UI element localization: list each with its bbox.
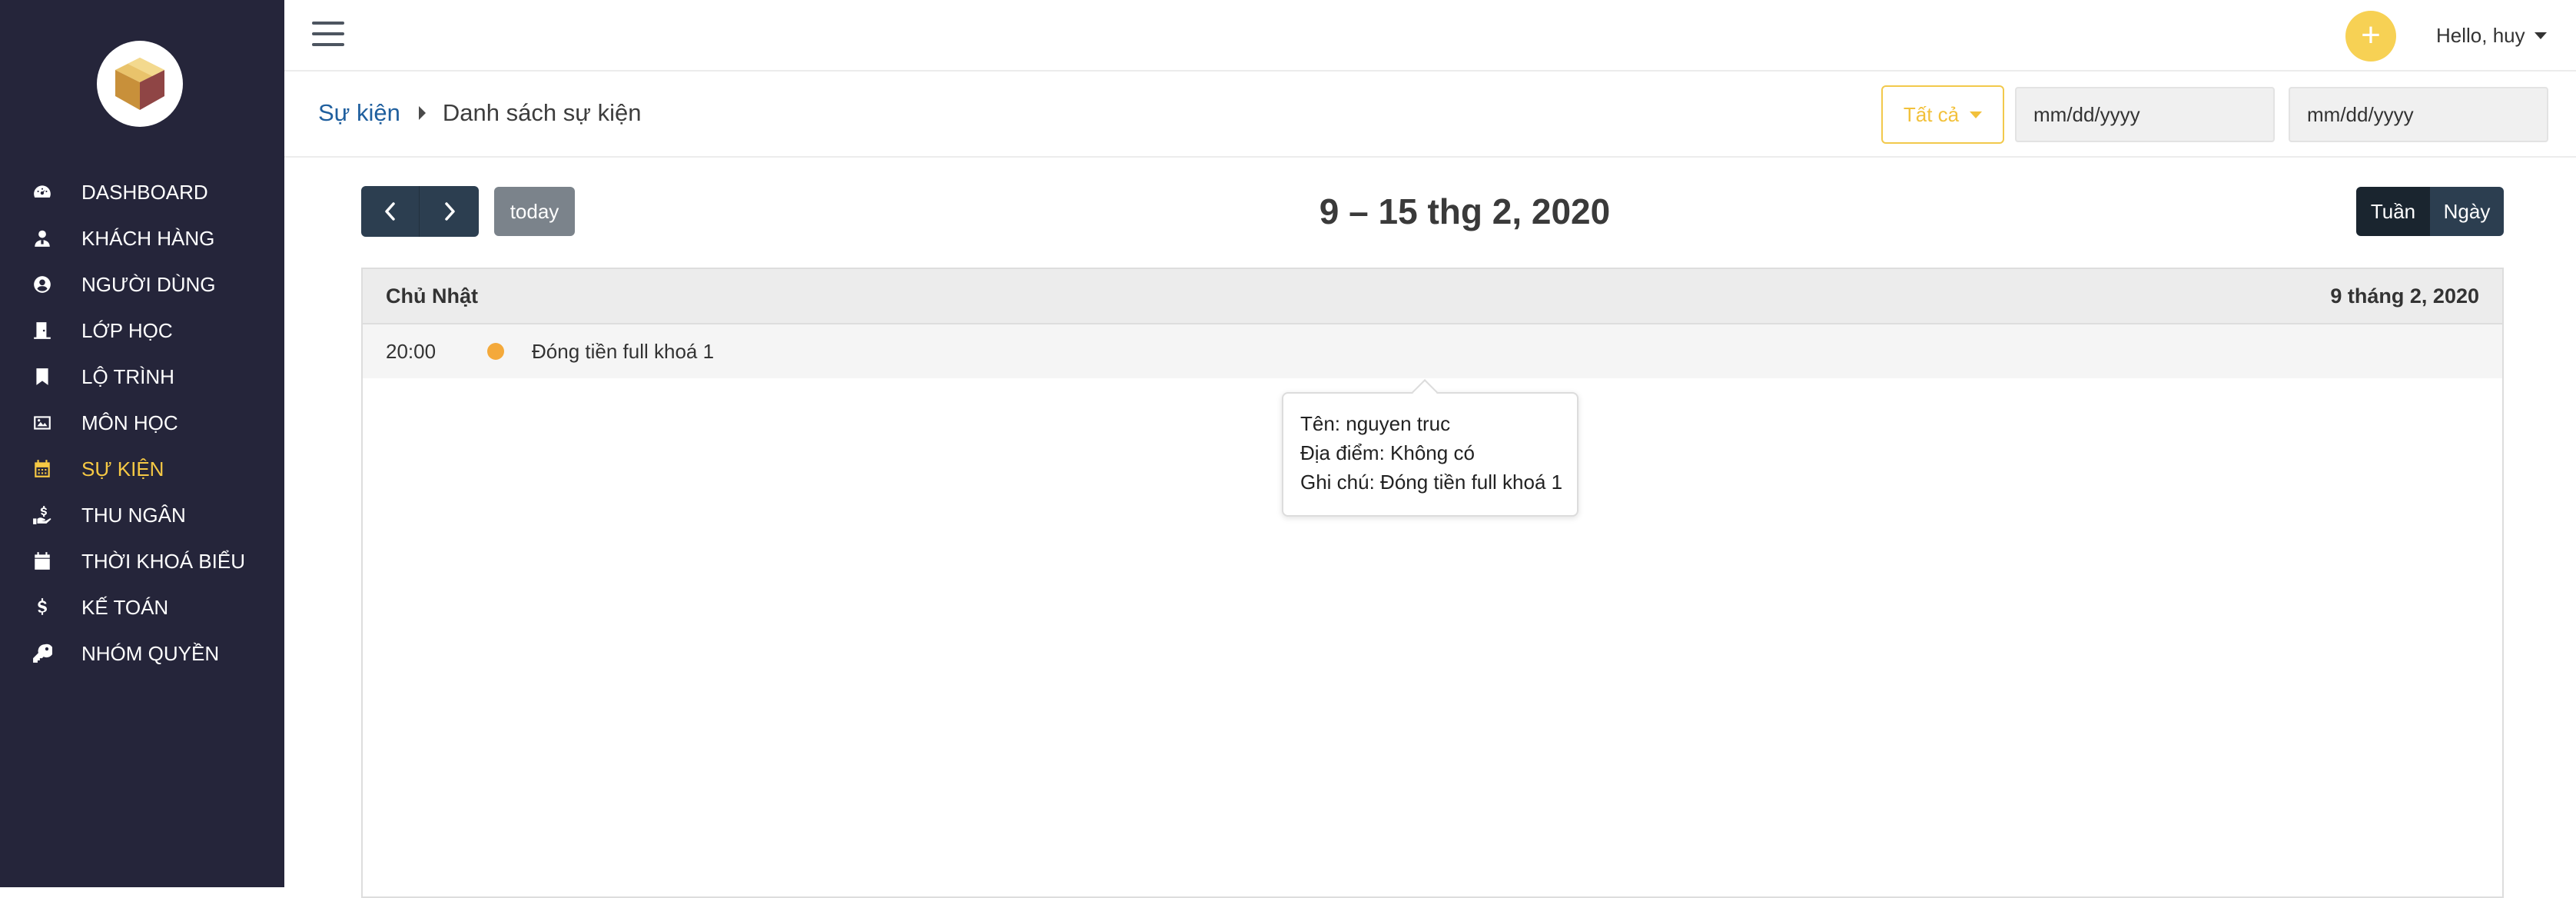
add-button[interactable]: + <box>2345 11 2396 62</box>
sidebar-item-label: KHÁCH HÀNG <box>81 226 215 250</box>
chevron-left-icon <box>384 202 395 221</box>
sidebar-item-users[interactable]: NGƯỜI DÙNG <box>0 261 284 308</box>
sidebar-item-classes[interactable]: LỚP HỌC <box>0 308 284 354</box>
category-filter-value: Tất cả <box>1903 102 1960 126</box>
caret-right-icon <box>418 106 426 120</box>
event-title: Đóng tiền full khoá 1 <box>532 339 715 363</box>
sidebar-item-timetable[interactable]: THỜI KHOÁ BIỂU <box>0 538 284 584</box>
view-day-button[interactable]: Ngày <box>2430 187 2504 236</box>
view-week-button[interactable]: Tuần <box>2356 187 2430 236</box>
view-switch-group: Tuần Ngày <box>2356 187 2504 236</box>
category-filter-select[interactable]: Tất cả <box>1881 85 2004 144</box>
day-header: Chủ Nhật 9 tháng 2, 2020 <box>363 269 2502 324</box>
today-button[interactable]: today <box>494 187 575 236</box>
chevron-down-icon <box>2534 32 2547 39</box>
event-tooltip: Tên: nguyen truc Địa điểm: Không có Ghi … <box>1282 379 1578 517</box>
event-color-dot <box>487 343 504 360</box>
breadcrumb-link-events[interactable]: Sự kiện <box>318 99 400 127</box>
page-title: Danh sách sự kiện <box>442 99 642 126</box>
sidebar-item-label: LỚP HỌC <box>81 318 173 342</box>
event-row[interactable]: 20:00 Đóng tiền full khoá 1 <box>363 324 2502 378</box>
tooltip-name: Tên: nguyen truc <box>1300 412 1451 435</box>
key-icon <box>31 642 54 665</box>
calendar-icon <box>31 457 54 481</box>
user-circle-icon <box>31 273 54 296</box>
hand-holding-dollar-icon <box>31 504 54 527</box>
chevron-down-icon <box>1970 111 1983 118</box>
day-name[interactable]: Chủ Nhật <box>386 284 478 308</box>
event-time: 20:00 <box>386 339 437 363</box>
day-date[interactable]: 9 tháng 2, 2020 <box>2330 284 2479 308</box>
sidebar-item-label: SỰ KIỆN <box>81 457 164 481</box>
date-from-input[interactable]: mm/dd/yyyy <box>2015 87 2275 142</box>
sidebar-item-cashier[interactable]: THU NGÂN <box>0 492 284 538</box>
tooltip-location: Địa điểm: Không có <box>1300 441 1475 464</box>
sidebar-item-dashboard[interactable]: DASHBOARD <box>0 169 284 215</box>
chevron-right-icon <box>444 202 455 221</box>
sidebar-item-events[interactable]: SỰ KIỆN <box>0 446 284 492</box>
tooltip-note: Ghi chú: Đóng tiền full khoá 1 <box>1300 471 1563 494</box>
calendar-nav-group <box>361 186 479 237</box>
next-button[interactable] <box>420 186 479 237</box>
sidebar-item-label: MÔN HỌC <box>81 411 178 434</box>
date-from-placeholder: mm/dd/yyyy <box>2033 102 2140 126</box>
calendar-title: 9 – 15 thg 2, 2020 <box>1319 191 1611 231</box>
prev-button[interactable] <box>361 186 420 237</box>
top-bar: + Hello, huy <box>284 0 2576 72</box>
sidebar-item-label: THỜI KHOÁ BIỂU <box>81 549 245 573</box>
sidebar-item-permission-groups[interactable]: NHÓM QUYỀN <box>0 630 284 677</box>
sidebar-item-label: NGƯỜI DÙNG <box>81 272 216 296</box>
calendar-solid-icon <box>31 550 54 573</box>
date-to-placeholder: mm/dd/yyyy <box>2307 102 2414 126</box>
user-menu[interactable]: Hello, huy <box>2436 22 2547 49</box>
door-icon <box>31 319 54 342</box>
calendar-list-view: Chủ Nhật 9 tháng 2, 2020 20:00 Đóng tiền… <box>361 268 2504 898</box>
menu-toggle-icon[interactable] <box>312 20 344 48</box>
user-greeting: Hello, huy <box>2436 23 2525 47</box>
sidebar-item-label: DASHBOARD <box>81 180 208 204</box>
breadcrumb: Sự kiện Danh sách sự kiện <box>318 99 641 127</box>
bookmark-icon <box>31 365 54 388</box>
sidebar-item-label: THU NGÂN <box>81 503 186 527</box>
dashboard-icon <box>31 181 54 204</box>
sidebar-item-accounting[interactable]: KẾ TOÁN <box>0 584 284 630</box>
box-logo-icon <box>115 58 164 110</box>
date-to-input[interactable]: mm/dd/yyyy <box>2289 87 2548 142</box>
image-icon <box>31 411 54 434</box>
dollar-icon <box>31 596 54 619</box>
sidebar-nav: DASHBOARD KHÁCH HÀNG NGƯỜI DÙNG LỚP HỌC … <box>0 169 284 677</box>
customer-icon <box>31 227 54 250</box>
sidebar-item-subjects[interactable]: MÔN HỌC <box>0 400 284 446</box>
sidebar-item-label: NHÓM QUYỀN <box>81 641 220 665</box>
sidebar-item-label: KẾ TOÁN <box>81 595 169 619</box>
page-header: Sự kiện Danh sách sự kiện Tất cả mm/dd/y… <box>284 73 2576 158</box>
sidebar-item-roadmap[interactable]: LỘ TRÌNH <box>0 354 284 400</box>
logo[interactable] <box>97 41 183 127</box>
sidebar: DASHBOARD KHÁCH HÀNG NGƯỜI DÙNG LỚP HỌC … <box>0 0 284 887</box>
sidebar-item-label: LỘ TRÌNH <box>81 364 174 388</box>
sidebar-item-customers[interactable]: KHÁCH HÀNG <box>0 215 284 261</box>
